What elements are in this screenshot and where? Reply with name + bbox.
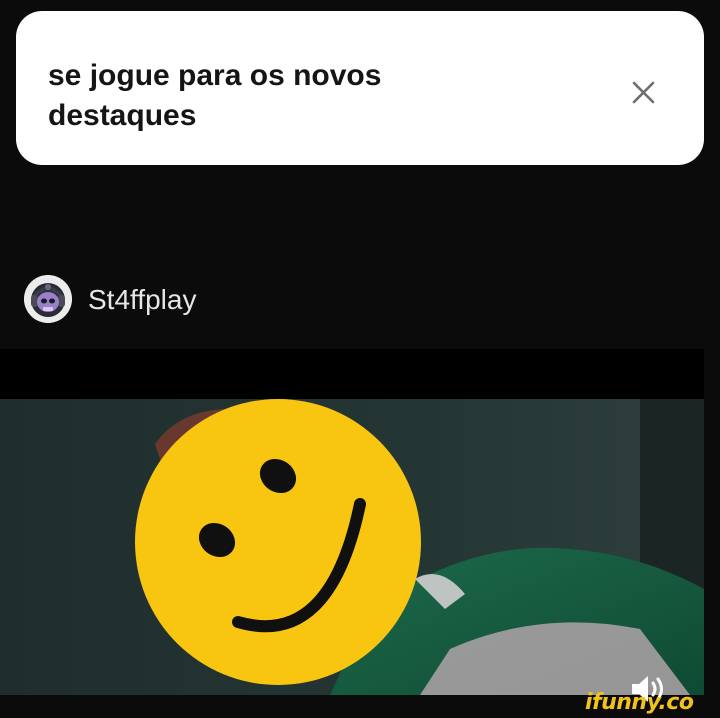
avatar[interactable] — [24, 275, 72, 323]
username[interactable]: St4ffplay — [88, 284, 196, 316]
video-player[interactable] — [0, 349, 704, 695]
video-frame — [0, 349, 704, 695]
ifunny-watermark: ifunny.co — [585, 690, 694, 715]
banner-title: se jogue para os novos destaques — [48, 59, 382, 132]
screen: se jogue para os novos destaques St4ffpl… — [0, 0, 720, 718]
highlight-banner[interactable]: se jogue para os novos destaques — [16, 11, 704, 165]
close-icon[interactable] — [622, 71, 662, 111]
